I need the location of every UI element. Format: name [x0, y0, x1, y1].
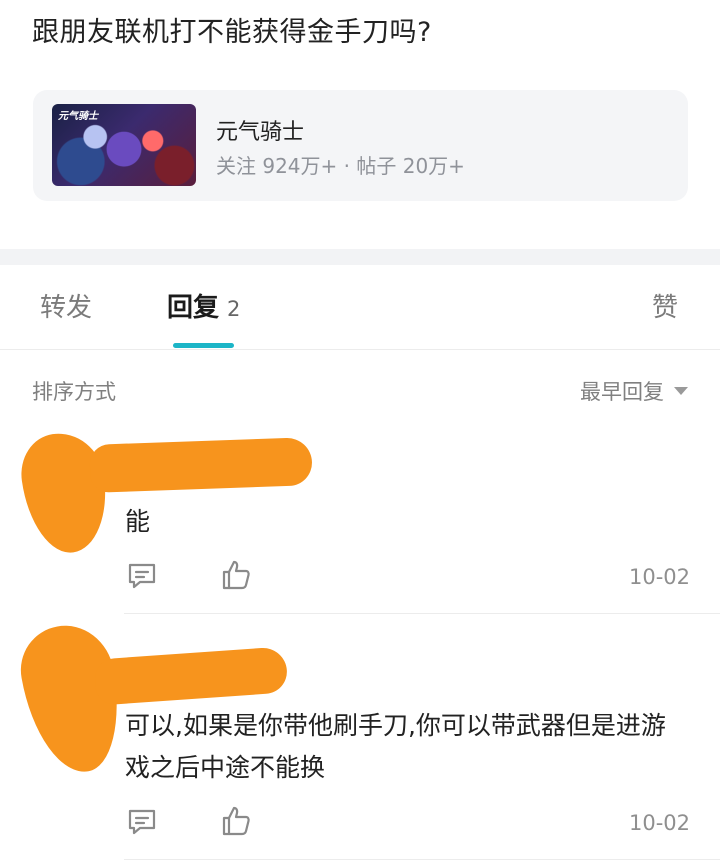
comment-icon[interactable] [127, 561, 157, 595]
tab-replies-count: 2 [227, 297, 241, 321]
active-tab-indicator [173, 343, 234, 348]
divider [124, 613, 720, 614]
comment-icon[interactable] [127, 807, 157, 841]
caret-down-icon [674, 387, 688, 395]
forum-card[interactable]: 元气骑士 元气骑士 关注 924万+ · 帖子 20万+ [33, 90, 688, 201]
tab-bar: 转发 回复 2 赞 [0, 265, 720, 350]
forum-name: 元气骑士 [216, 120, 305, 145]
sort-dropdown[interactable]: 最早回复 [580, 376, 688, 406]
thumbs-up-icon[interactable] [221, 559, 251, 595]
tab-replies[interactable]: 回复 2 [167, 287, 240, 324]
forum-thumbnail: 元气骑士 [52, 104, 196, 186]
username-redaction [93, 646, 289, 706]
tab-replies-label: 回复 [167, 293, 220, 323]
forum-stats: 关注 924万+ · 帖子 20万+ [216, 154, 465, 178]
tab-likes[interactable]: 赞 [652, 287, 678, 324]
tab-likes-label: 赞 [652, 293, 679, 323]
reply-item: 可以,如果是你带他刷手刀,你可以带武器但是进游戏之后中途不能换 10-02 [0, 615, 720, 861]
divider [124, 859, 720, 860]
reply-item: 能 10-02 [0, 425, 720, 615]
post-title: 跟朋友联机打不能获得金手刀吗? [32, 17, 432, 48]
section-separator [0, 249, 720, 265]
tab-forward[interactable]: 转发 [40, 287, 92, 324]
reply-text: 能 [125, 507, 151, 536]
reply-date: 10-02 [628, 565, 690, 589]
forum-thumbnail-logo: 元气骑士 [58, 111, 98, 122]
reply-text: 可以,如果是你带他刷手刀,你可以带武器但是进游戏之后中途不能换 [125, 711, 666, 782]
tab-forward-label: 转发 [40, 293, 93, 323]
thumbs-up-icon[interactable] [221, 805, 251, 841]
reply-date: 10-02 [628, 811, 690, 835]
sort-selected-value: 最早回复 [580, 380, 664, 404]
username-redaction [89, 437, 313, 493]
sort-label: 排序方式 [32, 380, 116, 404]
